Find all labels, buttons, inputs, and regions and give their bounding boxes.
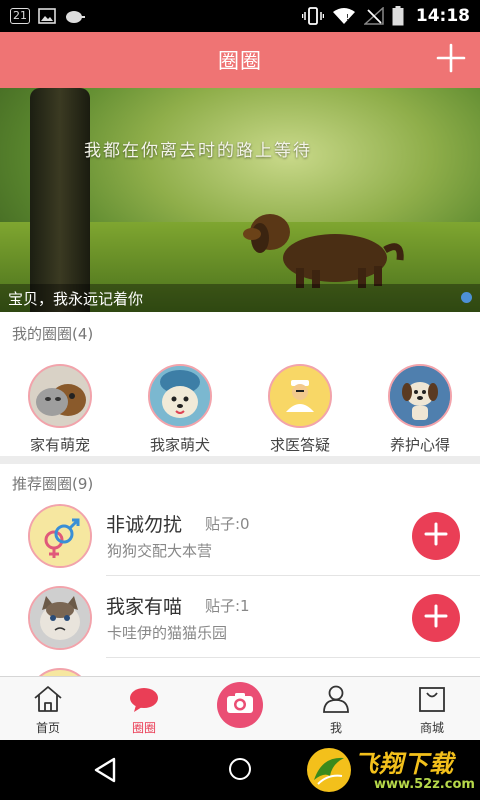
list-item[interactable]: 我家有喵 贴子:1 卡哇伊的猫猫乐园 (0, 578, 480, 658)
circle-label: 我家萌犬 (149, 436, 210, 454)
status-bar-left: 21 (10, 8, 86, 24)
nav-label-shop: 商城 (419, 721, 444, 735)
cloud-icon (64, 8, 86, 24)
nav-label-home: 首页 (35, 721, 60, 735)
watermark-url: www.52z.com (374, 777, 475, 792)
circle-label: 求医答疑 (269, 436, 330, 454)
circle-item-my-cute-dog[interactable]: 我家萌犬 (120, 364, 240, 455)
join-circle-button[interactable] (412, 594, 460, 642)
nav-me[interactable]: 我 (288, 677, 384, 740)
puppy-photo (240, 190, 410, 294)
image-icon (38, 8, 56, 24)
nav-shop[interactable]: 商城 (384, 677, 480, 740)
partial-avatar (28, 668, 92, 676)
watermark: 飞翔下载 www.52z.com (300, 744, 478, 796)
banner-tree-trunk (30, 88, 90, 312)
puppy-avatar (148, 364, 212, 428)
circle-item-pets-at-home[interactable]: 家有萌宠 (0, 364, 120, 455)
notification-count-badge: 21 (10, 8, 30, 24)
circle-name: 我家有喵 (106, 596, 183, 618)
plus-icon (424, 522, 448, 550)
page-indicator-dot (461, 292, 472, 303)
post-count: 贴子:1 (205, 597, 250, 615)
circle-label: 家有萌宠 (29, 436, 90, 454)
camera-icon (226, 692, 254, 718)
svg-text:!: ! (346, 13, 349, 22)
my-circles-grid: 家有萌宠 我家萌犬 求医答疑 养护心得 (0, 364, 480, 455)
cat-and-dog-avatar (28, 364, 92, 428)
list-item[interactable]: 非诚勿扰 贴子:0 狗狗交配大本营 (0, 496, 480, 576)
circle-item-care-tips[interactable]: 养护心得 (360, 364, 480, 455)
recommended-title: 推荐圈圈(9) (12, 475, 94, 493)
wifi-icon: ! (332, 7, 356, 25)
camera-button[interactable] (217, 682, 263, 728)
no-signal-icon (363, 7, 384, 25)
banner-caption: 宝贝，我永远记着你 (8, 289, 144, 308)
banner-carousel[interactable]: 我都在你离去时的路上等待 宝贝，我永远记着你 (0, 88, 480, 312)
list-item-partial[interactable] (0, 660, 480, 676)
plus-icon (424, 604, 448, 632)
person-icon (321, 685, 351, 717)
watermark-text: 飞翔下载 (354, 750, 454, 778)
join-circle-button[interactable] (412, 512, 460, 560)
app-screen: 21 ! 14:18 圈圈 我都在你离去时的路上等待 宝贝，我永远记着你 我的圈… (0, 0, 480, 800)
bottom-navigation: 首页 圈圈 我 商城 (0, 676, 480, 740)
grumpy-cat-avatar (28, 586, 92, 650)
cartoon-dog-avatar (388, 364, 452, 428)
circle-name: 非诚勿扰 (106, 514, 183, 536)
my-circles-section: 我的圈圈(4) 家有萌宠 我家萌犬 求医答疑 养护心得 (0, 312, 480, 456)
banner-caption-bar: 宝贝，我永远记着你 (0, 284, 480, 312)
clock: 14:18 (415, 6, 470, 26)
nav-home[interactable]: 首页 (0, 677, 96, 740)
section-divider (0, 456, 480, 464)
status-bar-right: ! 14:18 (301, 6, 470, 26)
gender-symbols-avatar (28, 504, 92, 568)
chat-bubble-icon (128, 687, 160, 717)
status-bar: 21 ! 14:18 (0, 0, 480, 32)
nav-camera[interactable] (192, 677, 288, 740)
back-icon[interactable] (92, 756, 118, 788)
recommended-circles-section: 推荐圈圈(9) 非诚勿扰 贴子:0 狗狗交配大本营 我家有喵 贴子:1 卡哇伊的… (0, 464, 480, 676)
circle-label: 养护心得 (389, 436, 450, 454)
home-icon (32, 685, 64, 717)
post-count: 贴子:0 (205, 515, 250, 533)
home-circle-icon[interactable] (229, 758, 251, 780)
vibrate-icon (301, 7, 324, 25)
system-navigation-bar: 飞翔下载 www.52z.com (0, 740, 480, 800)
row-divider (106, 657, 480, 658)
battery-icon (392, 6, 404, 26)
page-title: 圈圈 (218, 49, 262, 73)
row-divider (106, 575, 480, 576)
add-circle-button[interactable] (434, 43, 468, 77)
my-circles-title: 我的圈圈(4) (12, 325, 94, 343)
app-header: 圈圈 (0, 32, 480, 88)
watermark-logo (304, 746, 354, 794)
banner-quote: 我都在你离去时的路上等待 (84, 141, 312, 161)
circle-item-ask-vet[interactable]: 求医答疑 (240, 364, 360, 455)
circle-description: 卡哇伊的猫猫乐园 (107, 624, 228, 642)
nav-circles[interactable]: 圈圈 (96, 677, 192, 740)
vet-doctor-avatar (268, 364, 332, 428)
nav-label-circles: 圈圈 (131, 721, 156, 735)
nav-label-me: 我 (329, 721, 342, 735)
plus-icon (436, 43, 466, 77)
circle-description: 狗狗交配大本营 (107, 542, 213, 560)
shopping-bag-icon (417, 685, 447, 717)
